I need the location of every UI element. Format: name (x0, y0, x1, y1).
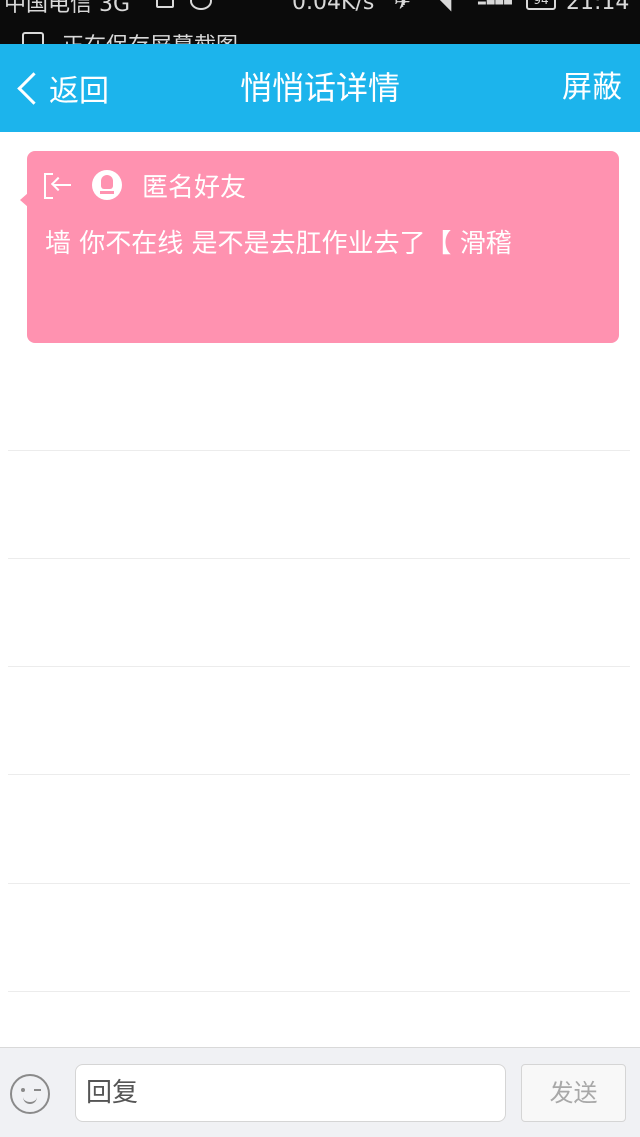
list-divider (8, 666, 630, 667)
list-divider (8, 883, 630, 884)
card-pointer (20, 193, 28, 207)
message-header: 匿名好友 (44, 169, 247, 203)
wifi-icon: ◥ (436, 0, 452, 14)
reply-input[interactable] (75, 1064, 506, 1122)
message-text: 墙 你不在线 是不是去肛作业去了【 滑稽 (45, 229, 512, 259)
chat-notification-icon (190, 0, 212, 10)
status-bar-top-row: 中国电信 3G 0.04K/s ✈ ◥ ▂▃▅▆ 94 21:14 (0, 0, 640, 18)
chevron-left-icon (17, 71, 50, 105)
muted-icon: ✈ (394, 0, 411, 14)
list-divider (8, 558, 630, 559)
signal-icon: ▂▃▅▆ (478, 0, 513, 5)
send-button[interactable]: 发送 (521, 1064, 626, 1122)
emoji-icon[interactable] (10, 1074, 50, 1114)
status-bar: 中国电信 3G 0.04K/s ✈ ◥ ▂▃▅▆ 94 21:14 正在保存屏幕… (0, 0, 640, 44)
clock: 21:14 (566, 0, 630, 15)
whisper-message-card: 匿名好友 墙 你不在线 是不是去肛作业去了【 滑稽 (20, 151, 619, 343)
back-label: 返回 (49, 74, 109, 109)
block-button[interactable]: 屏蔽 (562, 66, 622, 110)
navigation-bar: 返回 悄悄话详情 屏蔽 (0, 44, 640, 132)
reply-list (0, 343, 640, 1043)
network-speed: 0.04K/s (292, 0, 375, 15)
carrier-label: 中国电信 3G (4, 0, 131, 17)
sender-name: 匿名好友 (142, 172, 247, 203)
list-divider (8, 774, 630, 775)
anonymous-avatar-icon (92, 170, 122, 200)
list-divider (8, 991, 630, 992)
status-notification-row: 正在保存屏幕截图 (0, 24, 640, 44)
list-divider (8, 450, 630, 451)
screenshot-icon (22, 32, 44, 44)
exit-icon (44, 171, 72, 199)
image-notification-icon (156, 0, 174, 8)
battery-icon: 94 (526, 0, 556, 10)
back-button[interactable]: 返回 (12, 66, 109, 110)
reply-bar: 发送 (0, 1047, 640, 1137)
notification-text: 正在保存屏幕截图 (62, 28, 238, 44)
